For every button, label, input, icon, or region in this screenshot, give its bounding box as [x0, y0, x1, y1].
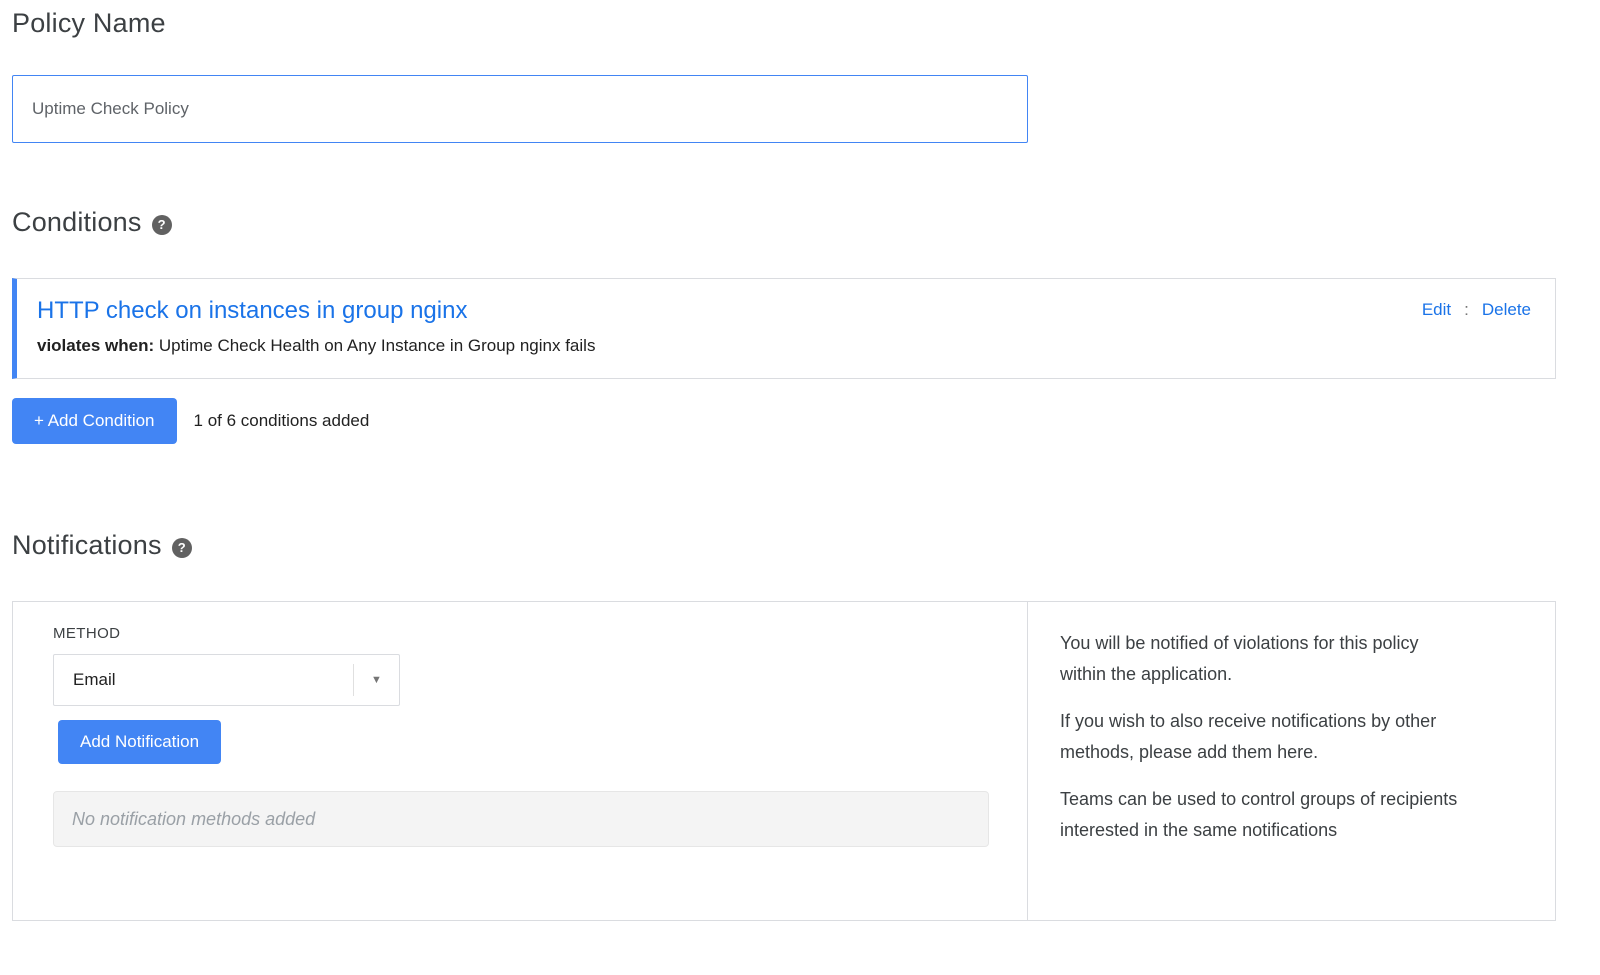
add-condition-row: + Add Condition 1 of 6 conditions added — [12, 398, 1556, 444]
help-paragraph: Teams can be used to control groups of r… — [1060, 784, 1460, 846]
notifications-panel: METHOD Email ▼ Add Notification No notif… — [12, 601, 1556, 921]
condition-main: HTTP check on instances in group nginx v… — [37, 296, 595, 357]
violates-when-label: violates when: — [37, 336, 154, 355]
notifications-heading: Notifications — [12, 530, 162, 561]
edit-condition-link[interactable]: Edit — [1422, 300, 1451, 320]
conditions-count-text: 1 of 6 conditions added — [194, 411, 370, 431]
help-paragraph: If you wish to also receive notification… — [1060, 706, 1460, 768]
add-notification-button[interactable]: Add Notification — [58, 720, 221, 764]
condition-violation-text: violates when: Uptime Check Health on An… — [37, 335, 595, 357]
help-icon[interactable]: ? — [152, 215, 172, 235]
method-select[interactable]: Email ▼ — [53, 654, 400, 706]
notifications-heading-row: Notifications ? — [12, 530, 1556, 561]
policy-name-heading: Policy Name — [12, 8, 1556, 39]
action-separator: : — [1464, 300, 1469, 320]
conditions-heading: Conditions — [12, 207, 142, 238]
method-selected-value: Email — [54, 670, 116, 690]
policy-name-input[interactable] — [12, 75, 1028, 143]
delete-condition-link[interactable]: Delete — [1482, 300, 1531, 320]
method-label: METHOD — [53, 625, 1027, 642]
help-paragraph: You will be notified of violations for t… — [1060, 628, 1460, 690]
notification-help-column: You will be notified of violations for t… — [1028, 602, 1555, 920]
chevron-down-icon: ▼ — [353, 664, 399, 696]
alert-policy-form: Policy Name Conditions ? HTTP check on i… — [0, 0, 1600, 975]
empty-notification-methods: No notification methods added — [53, 791, 989, 847]
condition-title-link[interactable]: HTTP check on instances in group nginx — [37, 296, 595, 326]
condition-actions: Edit : Delete — [1422, 300, 1531, 320]
help-icon[interactable]: ? — [172, 538, 192, 558]
conditions-heading-row: Conditions ? — [12, 207, 1556, 238]
condition-card: HTTP check on instances in group nginx v… — [12, 278, 1556, 379]
add-condition-button[interactable]: + Add Condition — [12, 398, 177, 444]
violates-when-value: Uptime Check Health on Any Instance in G… — [159, 336, 596, 355]
notification-method-column: METHOD Email ▼ Add Notification No notif… — [13, 602, 1028, 920]
